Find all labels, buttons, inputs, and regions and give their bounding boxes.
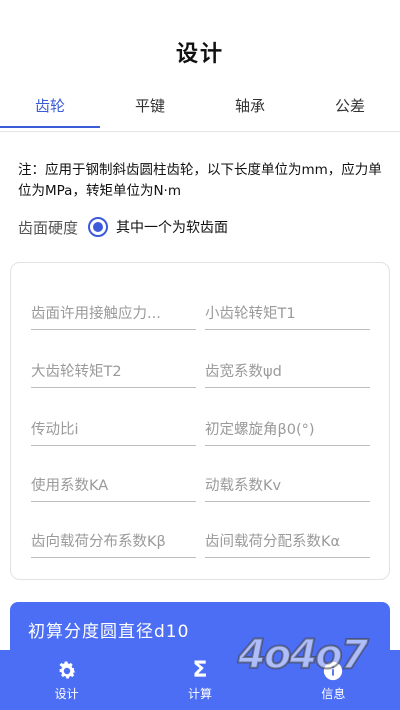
- tabs-divider: [0, 131, 400, 132]
- nav-design[interactable]: 设计: [0, 650, 133, 710]
- page-title: 设计: [175, 42, 224, 67]
- nav-calculate[interactable]: Σ 计算: [133, 650, 266, 710]
- application-factor-input[interactable]: 使用系数KA: [31, 473, 196, 502]
- tab-tolerance[interactable]: 公差: [300, 88, 400, 132]
- bottom-nav: 设计 Σ 计算 信息: [0, 650, 400, 710]
- dynamic-factor-input[interactable]: 动载系数Kv: [205, 473, 370, 502]
- nav-info-label: 信息: [321, 686, 346, 701]
- nav-design-label: 设计: [54, 686, 79, 701]
- contact-stress-input[interactable]: 齿面许用接触应力...: [31, 301, 196, 330]
- radio-selected-dot: [93, 222, 104, 232]
- parameter-form-card: 齿面许用接触应力... 小齿轮转矩T1 大齿轮转矩T2 齿宽系数ψd 传动比i …: [10, 262, 390, 580]
- tab-gear[interactable]: 齿轮: [0, 88, 100, 132]
- usage-note: 注：应用于钢制斜齿圆柱齿轮，以下长度单位为mm，应力单位为MPa，转矩单位为N·…: [18, 162, 382, 199]
- info-icon: [322, 659, 344, 683]
- hardness-label: 齿面硬度: [18, 218, 79, 237]
- tab-bearing[interactable]: 轴承: [200, 88, 300, 132]
- soft-surface-radio[interactable]: [88, 217, 109, 237]
- transverse-load-factor-input[interactable]: 齿间载荷分配系数Kα: [205, 529, 370, 558]
- nav-info[interactable]: 信息: [267, 650, 400, 710]
- face-width-coefficient-input[interactable]: 齿宽系数ψd: [205, 359, 370, 388]
- sigma-icon: Σ: [192, 657, 208, 683]
- tab-bar: 齿轮 平键 轴承 公差: [0, 88, 400, 132]
- transmission-ratio-input[interactable]: 传动比i: [31, 417, 196, 446]
- pinion-torque-input[interactable]: 小齿轮转矩T1: [205, 301, 370, 330]
- nav-calculate-label: 计算: [187, 686, 212, 701]
- soft-surface-option-label[interactable]: 其中一个为软齿面: [116, 217, 228, 237]
- face-load-factor-input[interactable]: 齿向载荷分布系数Kβ: [31, 529, 196, 558]
- gear-icon: [56, 659, 78, 683]
- gear-torque-input[interactable]: 大齿轮转矩T2: [31, 359, 196, 388]
- tab-flat-key[interactable]: 平键: [100, 88, 200, 132]
- helix-angle-input[interactable]: 初定螺旋角β0(°): [205, 417, 370, 446]
- hardness-row: 齿面硬度 其中一个为软齿面: [18, 214, 228, 240]
